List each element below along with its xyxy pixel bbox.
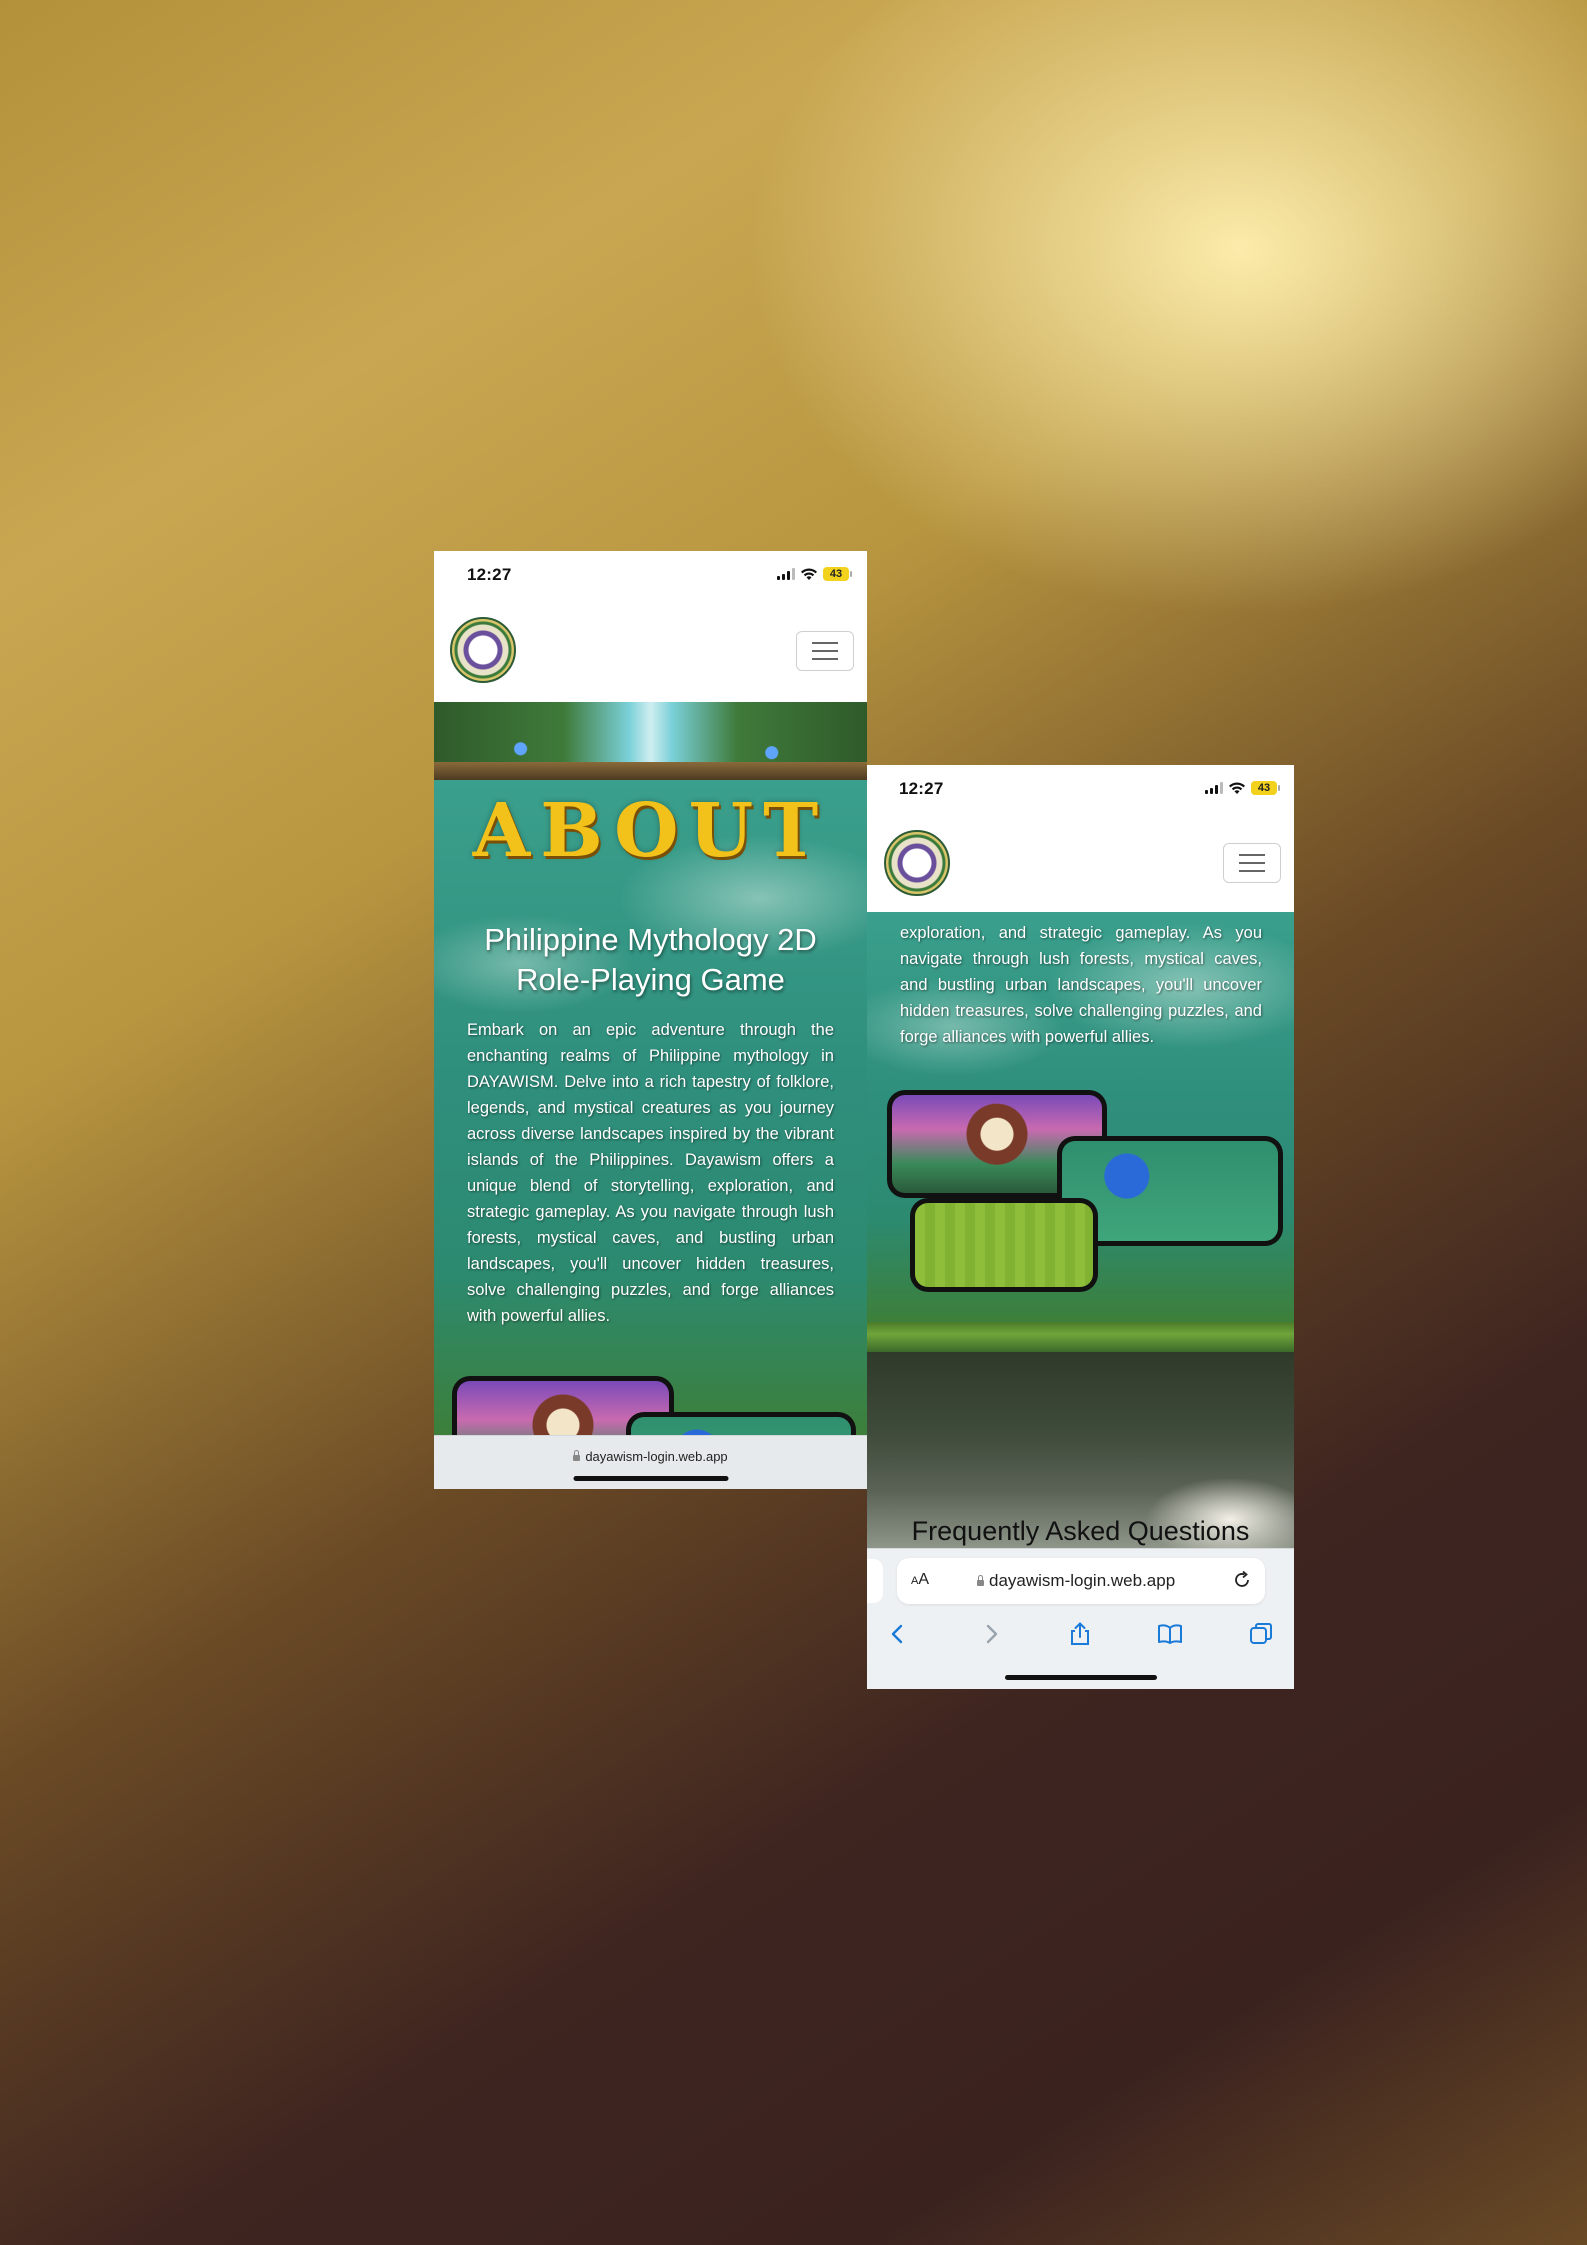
- battery-indicator: 43: [1251, 781, 1280, 795]
- wifi-icon: [801, 568, 817, 580]
- safari-toolbar: [867, 1611, 1294, 1655]
- back-icon[interactable]: [885, 1621, 911, 1647]
- status-bar: 12:27 43: [434, 551, 867, 597]
- faq-heading: Frequently Asked Questions: [911, 1516, 1250, 1546]
- browser-url-bar[interactable]: dayawism-login.web.app: [434, 1435, 867, 1489]
- cellular-signal-icon: [1205, 782, 1223, 794]
- grass-divider: [867, 1322, 1294, 1352]
- reload-icon[interactable]: [1231, 1569, 1253, 1591]
- status-icons: 43: [1205, 781, 1280, 795]
- home-indicator: [573, 1476, 728, 1481]
- dayawism-logo[interactable]: [450, 617, 516, 683]
- game-screenshot-device: [910, 1198, 1098, 1292]
- menu-toggle-button[interactable]: [1223, 843, 1281, 883]
- about-section: ABOUT Philippine Mythology 2D Role-Playi…: [434, 780, 867, 1489]
- share-icon[interactable]: [1067, 1621, 1093, 1647]
- lock-icon: [573, 1450, 581, 1461]
- about-description-tail: exploration, and strategic gameplay. As …: [900, 924, 1262, 1046]
- address-bar[interactable]: AA dayawism-login.web.app: [897, 1558, 1265, 1604]
- status-bar: 12:27 43: [867, 765, 1294, 811]
- menu-toggle-button[interactable]: [796, 631, 854, 671]
- site-navbar: [434, 597, 867, 702]
- safari-bottom-bar: AA dayawism-login.web.app: [867, 1548, 1294, 1689]
- status-time: 12:27: [899, 779, 944, 798]
- phone-screenshot-left: 12:27 43 ABOUT Philippine Mythology 2D R…: [434, 551, 867, 1489]
- home-indicator: [1004, 1675, 1157, 1680]
- lock-icon: [977, 1575, 984, 1586]
- cellular-signal-icon: [777, 568, 795, 580]
- hero-banner-image: [434, 702, 867, 780]
- reader-settings-button[interactable]: AA: [911, 1571, 929, 1589]
- about-heading: ABOUT: [472, 788, 829, 874]
- tabs-icon[interactable]: [1248, 1621, 1274, 1647]
- game-subtitle: Philippine Mythology 2D Role-Playing Gam…: [484, 922, 817, 997]
- bookmarks-icon[interactable]: [1157, 1621, 1183, 1647]
- phone-screenshot-right: 12:27 43 exploration, and strategic game…: [867, 765, 1294, 1689]
- status-icons: 43: [777, 567, 852, 581]
- battery-indicator: 43: [823, 567, 852, 581]
- address-url: dayawism-login.web.app: [977, 1571, 1175, 1591]
- forward-icon[interactable]: [978, 1621, 1004, 1647]
- status-time: 12:27: [467, 565, 512, 584]
- dayawism-logo[interactable]: [884, 830, 950, 896]
- site-navbar: [867, 811, 1294, 912]
- wifi-icon: [1229, 782, 1245, 794]
- faq-section-background: Frequently Asked Questions: [867, 1352, 1294, 1549]
- previous-tab-preview[interactable]: [867, 1559, 883, 1603]
- about-description: Embark on an epic adventure through the …: [467, 1021, 834, 1325]
- url-display: dayawism-login.web.app: [434, 1449, 867, 1464]
- about-section: exploration, and strategic gameplay. As …: [867, 912, 1294, 1322]
